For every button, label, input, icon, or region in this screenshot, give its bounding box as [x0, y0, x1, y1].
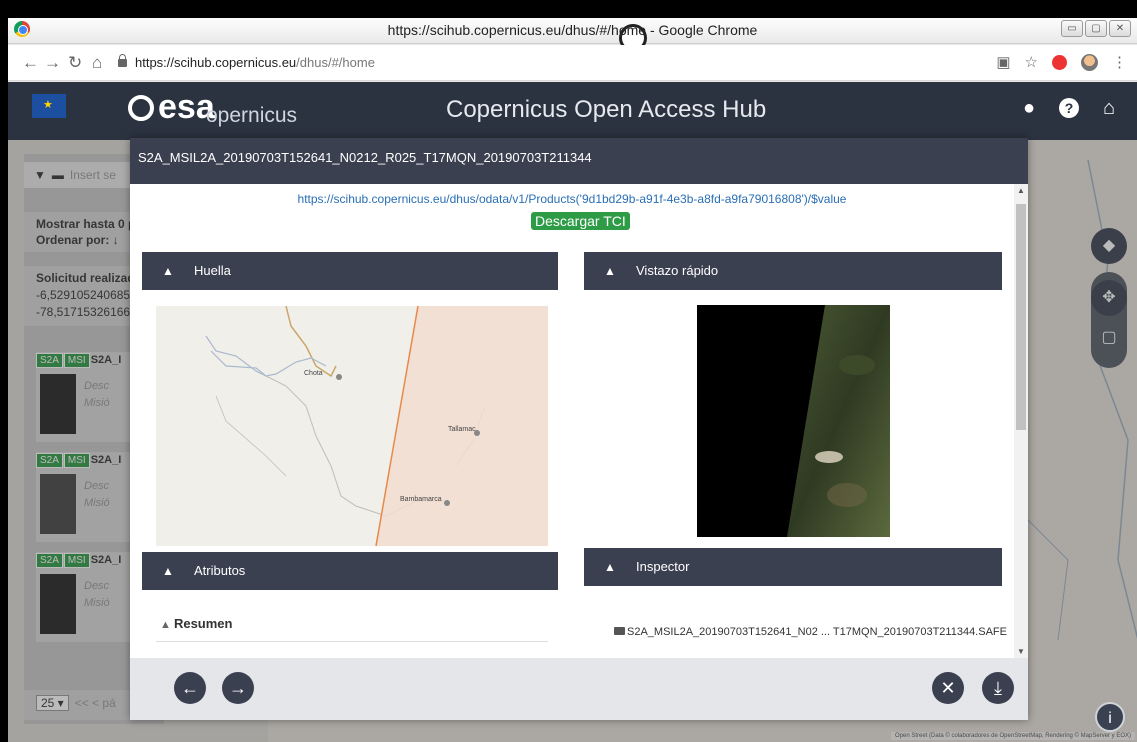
modal-footer: ← → ✕ ⤓ — [130, 658, 1028, 720]
bookmark-star-icon[interactable]: ☆ — [1025, 53, 1038, 71]
quicklook-raster — [787, 305, 890, 537]
scroll-thumb[interactable] — [1016, 204, 1026, 430]
home-nav-icon[interactable]: ⌂ — [1099, 98, 1119, 118]
summary-toggle[interactable]: ▲ Resumen — [160, 616, 232, 631]
footprint-map-drawing — [205, 306, 548, 546]
close-window-button[interactable]: ✕ — [1109, 20, 1131, 37]
reload-icon[interactable]: ↻ — [68, 53, 82, 73]
extension-icon[interactable] — [1052, 54, 1067, 70]
footprint-map[interactable]: Chota Tallamac Bambamarca — [156, 306, 548, 546]
lock-icon — [118, 54, 127, 67]
url-input[interactable]: https://scihub.copernicus.eu/dhus/#/home — [118, 50, 998, 76]
window-controls: ▭ ▢ ✕ — [1061, 20, 1131, 37]
chevron-up-icon: ▲ — [604, 560, 616, 574]
next-product-button[interactable]: → — [222, 672, 254, 704]
download-product-button[interactable]: ⤓ — [982, 672, 1014, 704]
place-marker — [444, 500, 450, 506]
quicklook-section-header[interactable]: ▲ Vistazo rápido — [584, 252, 1002, 290]
header-icons: ● ? ⌂ — [1019, 98, 1119, 118]
user-icon[interactable]: ● — [1019, 98, 1039, 118]
place-marker — [474, 430, 480, 436]
modal-body: https://scihub.copernicus.eu/dhus/odata/… — [130, 184, 1014, 658]
chevron-up-icon: ▲ — [604, 264, 616, 278]
home-icon[interactable]: ⌂ — [92, 53, 102, 73]
eu-flag-logo — [32, 94, 66, 118]
place-label: Bambamarca — [400, 496, 442, 503]
modal-scrollbar[interactable]: ▲ ▼ — [1014, 184, 1028, 658]
copernicus-logo: opernicus — [206, 104, 298, 127]
attributes-section-header[interactable]: ▲ Atributos — [142, 552, 558, 590]
inspector-section-header[interactable]: ▲ Inspector — [584, 548, 1002, 586]
menu-dots-icon[interactable]: ⋮ — [1112, 53, 1127, 71]
place-label: Chota — [304, 370, 323, 377]
chevron-up-small-icon: ▲ — [160, 619, 174, 631]
footprint-section-header[interactable]: ▲ Huella — [142, 252, 558, 290]
url-path: /dhus/#/home — [296, 55, 375, 70]
chevron-up-icon: ▲ — [162, 564, 174, 578]
place-label: Tallamac — [448, 426, 476, 433]
safe-file-node[interactable]: S2A_MSIL2A_20190703T152641_N02 ... T17MQ… — [614, 626, 1007, 638]
maximize-button[interactable]: ▢ — [1085, 20, 1107, 37]
close-modal-button[interactable]: ✕ — [932, 672, 964, 704]
download-tci-button[interactable]: Descargar TCI — [531, 212, 630, 230]
minimize-button[interactable]: ▭ — [1061, 20, 1083, 37]
info-icon[interactable]: i — [1095, 702, 1125, 732]
scroll-down-icon[interactable]: ▼ — [1017, 647, 1025, 656]
toolbar-icons: ▣ ☆ ⋮ — [996, 53, 1127, 71]
back-icon[interactable]: ← — [22, 53, 39, 73]
title-bar: https://scihub.copernicus.eu/dhus/#/home… — [8, 18, 1137, 52]
product-download-link[interactable]: https://scihub.copernicus.eu/dhus/odata/… — [130, 192, 1014, 206]
chevron-up-icon: ▲ — [162, 264, 174, 278]
site-title: Copernicus Open Access Hub — [446, 96, 767, 123]
site-header: esa opernicus Copernicus Open Access Hub… — [8, 82, 1137, 140]
screen: https://scihub.copernicus.eu/dhus/#/home… — [0, 0, 1137, 742]
quicklook-image — [697, 305, 890, 537]
folder-open-icon — [614, 627, 625, 635]
chrome-window: https://scihub.copernicus.eu/dhus/#/home… — [8, 18, 1137, 742]
product-details-modal: S2A_MSIL2A_20190703T152641_N0212_R025_T1… — [130, 138, 1028, 720]
help-icon[interactable]: ? — [1059, 98, 1079, 118]
modal-title: S2A_MSIL2A_20190703T152641_N0212_R025_T1… — [130, 138, 1028, 184]
previous-product-button[interactable]: ← — [174, 672, 206, 704]
scroll-up-icon[interactable]: ▲ — [1017, 186, 1025, 195]
esa-ring-icon — [128, 95, 154, 121]
window-title: https://scihub.copernicus.eu/dhus/#/home… — [387, 22, 758, 38]
profile-avatar[interactable] — [1081, 53, 1098, 71]
url-host: https://scihub.copernicus.eu — [135, 55, 297, 70]
translate-icon[interactable]: ▣ — [996, 53, 1010, 71]
address-bar: ← → ↻ ⌂ https://scihub.copernicus.eu/dhu… — [8, 45, 1137, 81]
esa-logo: esa — [128, 88, 215, 127]
forward-icon[interactable]: → — [44, 53, 61, 73]
place-marker — [336, 374, 342, 380]
divider — [156, 641, 548, 642]
